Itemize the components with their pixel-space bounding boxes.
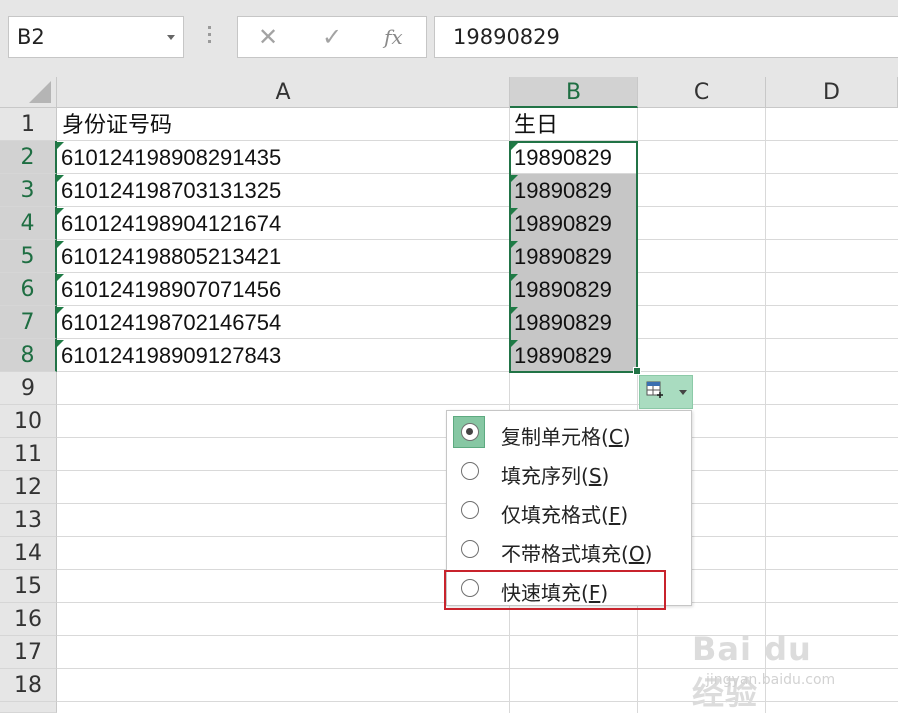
formula-value: 19890829 — [453, 25, 560, 49]
auto-fill-icon — [646, 381, 663, 398]
column-header-d[interactable]: D — [766, 77, 898, 108]
row-header-1[interactable]: 1 — [0, 108, 57, 141]
formula-buttons: ✕ ✓ fx — [237, 16, 427, 58]
cancel-icon[interactable]: ✕ — [258, 23, 278, 51]
enter-check-icon[interactable]: ✓ — [322, 23, 342, 51]
cell-a3[interactable]: 610124198703131325 — [61, 174, 281, 207]
chevron-down-icon — [679, 390, 687, 395]
drag-handle-icon — [208, 26, 212, 50]
row-header-19[interactable] — [0, 702, 57, 713]
radio-selected-icon[interactable] — [461, 423, 479, 441]
row-header-7[interactable]: 7 — [0, 306, 57, 339]
cell-b1[interactable]: 生日 — [514, 108, 558, 141]
row-header-15[interactable]: 15 — [0, 570, 57, 603]
auto-fill-options-button[interactable] — [639, 375, 693, 409]
row-header-17[interactable]: 17 — [0, 636, 57, 669]
cell-a8[interactable]: 610124198909127843 — [61, 339, 281, 372]
insert-function-icon[interactable]: fx — [384, 25, 403, 49]
name-box[interactable]: B2 — [8, 16, 184, 58]
name-box-value: B2 — [17, 25, 45, 49]
row-header-11[interactable]: 11 — [0, 438, 57, 471]
row-header-12[interactable]: 12 — [0, 471, 57, 504]
menu-item-copy-cells[interactable]: 复制单元格(C) — [447, 413, 691, 452]
formula-toolbar: B2 ✕ ✓ fx 19890829 — [0, 0, 898, 77]
selection-range — [509, 141, 638, 373]
formula-input[interactable]: 19890829 — [434, 16, 898, 58]
row-header-4[interactable]: 4 — [0, 207, 57, 240]
radio-icon[interactable] — [461, 462, 479, 480]
baidu-watermark: Bai du 经验 jingyan.baidu.com — [686, 616, 856, 712]
column-header-b[interactable]: B — [510, 77, 638, 108]
menu-item-fill-formatting-only[interactable]: 仅填充格式(F) — [447, 491, 691, 530]
fill-handle[interactable] — [633, 367, 641, 375]
menu-item-fill-series[interactable]: 填充序列(S) — [447, 452, 691, 491]
menu-item-fill-without-formatting[interactable]: 不带格式填充(O) — [447, 530, 691, 569]
column-header-a[interactable]: A — [57, 77, 510, 108]
cell-a4[interactable]: 610124198904121674 — [61, 207, 281, 240]
row-header-2[interactable]: 2 — [0, 141, 57, 174]
cell-a2[interactable]: 610124198908291435 — [61, 141, 281, 174]
row-header-6[interactable]: 6 — [0, 273, 57, 306]
column-header-c[interactable]: C — [638, 77, 766, 108]
cell-a5[interactable]: 610124198805213421 — [61, 240, 281, 273]
cell-a6[interactable]: 610124198907071456 — [61, 273, 281, 306]
row-header-3[interactable]: 3 — [0, 174, 57, 207]
row-header-18[interactable]: 18 — [0, 669, 57, 702]
watermark-url: jingyan.baidu.com — [706, 672, 836, 688]
chevron-down-icon[interactable] — [167, 35, 175, 40]
cell-a1[interactable]: 身份证号码 — [62, 108, 172, 141]
select-all-corner[interactable] — [0, 77, 57, 108]
cell-a7[interactable]: 610124198702146754 — [61, 306, 281, 339]
row-header-14[interactable]: 14 — [0, 537, 57, 570]
row-header-5[interactable]: 5 — [0, 240, 57, 273]
row-header-9[interactable]: 9 — [0, 372, 57, 405]
row-header-10[interactable]: 10 — [0, 405, 57, 438]
row-header-13[interactable]: 13 — [0, 504, 57, 537]
row-header-16[interactable]: 16 — [0, 603, 57, 636]
row-header-8[interactable]: 8 — [0, 339, 57, 372]
radio-icon[interactable] — [461, 540, 479, 558]
highlight-annotation-box — [444, 570, 666, 610]
radio-icon[interactable] — [461, 501, 479, 519]
